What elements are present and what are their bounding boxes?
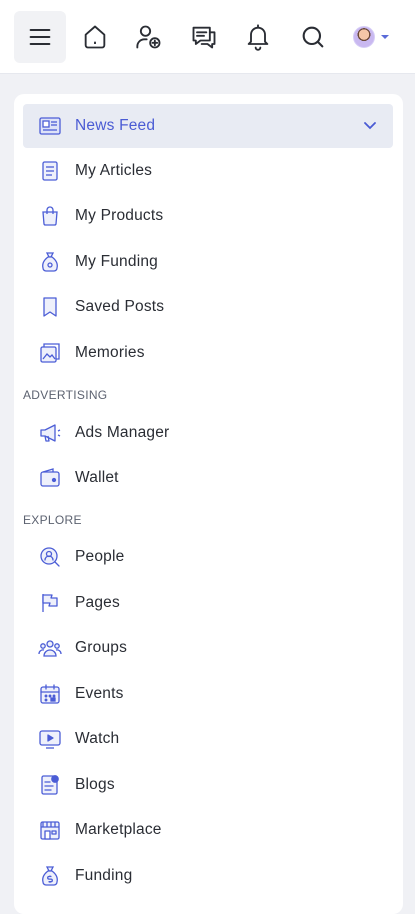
sidebar-item-label: News Feed: [75, 117, 156, 134]
search-icon: [302, 26, 324, 48]
calendar-icon: [37, 681, 63, 707]
menu-icon: [29, 28, 51, 46]
people-search-icon: [37, 544, 63, 570]
money-bag-icon: [37, 863, 63, 889]
sidebar-item-events[interactable]: Events: [23, 672, 393, 716]
sidebar-item-label: Watch: [75, 730, 120, 747]
sidebar-item-pages[interactable]: Pages: [23, 581, 393, 625]
search-button[interactable]: [287, 11, 339, 63]
messages-button[interactable]: [178, 11, 230, 63]
sidebar-item-people[interactable]: People: [23, 535, 393, 579]
sidebar-item-marketplace[interactable]: Marketplace: [23, 808, 393, 852]
sidebar-item-wallet[interactable]: Wallet: [23, 456, 393, 500]
sidebar-item-label: Groups: [75, 639, 128, 656]
sidebar-item-label: My Funding: [75, 253, 158, 270]
sidebar-item-label: Funding: [75, 867, 133, 884]
sidebar-item-my-products[interactable]: My Products: [23, 194, 393, 238]
sidebar-item-label: My Articles: [75, 162, 153, 179]
messages-icon: [192, 26, 216, 49]
sidebar-item-label: Pages: [75, 594, 120, 611]
notifications-button[interactable]: [232, 11, 284, 63]
sidebar-item-label: Saved Posts: [75, 298, 165, 315]
sidebar-item-funding[interactable]: Funding: [23, 854, 393, 898]
sidebar-item-my-funding[interactable]: My Funding: [23, 240, 393, 284]
wallet-icon: [37, 465, 63, 491]
sidebar-item-label: Ads Manager: [75, 424, 170, 441]
megaphone-icon: [37, 420, 63, 446]
profile-menu-button[interactable]: [342, 11, 400, 63]
saved-posts-icon: [37, 294, 63, 320]
chevron-down-icon: [364, 122, 376, 130]
sidebar-item-label: People: [75, 548, 125, 565]
top-navbar: [0, 0, 415, 74]
sidebar-item-label: Memories: [75, 344, 145, 361]
sidebar-item-news-feed[interactable]: News Feed: [23, 104, 393, 148]
marketplace-icon: [37, 817, 63, 843]
sidebar-item-blogs[interactable]: Blogs: [23, 763, 393, 807]
sidebar-item-label: Events: [75, 685, 124, 702]
flag-icon: [37, 590, 63, 616]
sidebar-item-label: Wallet: [75, 469, 119, 486]
blogs-icon: [37, 772, 63, 798]
menu-button[interactable]: [14, 11, 66, 63]
sidebar-item-label: Marketplace: [75, 821, 162, 838]
home-icon: [84, 25, 106, 49]
sidebar-item-my-articles[interactable]: My Articles: [23, 149, 393, 193]
sidebar-item-groups[interactable]: Groups: [23, 626, 393, 670]
news-feed-icon: [37, 113, 63, 139]
friend-requests-button[interactable]: [123, 11, 175, 63]
caret-down-icon: [381, 35, 389, 39]
groups-icon: [37, 635, 63, 661]
section-title-advertising: ADVERTISING: [23, 388, 108, 402]
add-friend-icon: [136, 25, 161, 49]
bell-icon: [247, 24, 269, 51]
sidebar-item-label: Blogs: [75, 776, 115, 793]
watch-icon: [37, 726, 63, 752]
sidebar-item-saved-posts[interactable]: Saved Posts: [23, 285, 393, 329]
sidebar-panel: News Feed My Articles My Products My Fun…: [14, 94, 403, 914]
articles-icon: [37, 158, 63, 184]
avatar: [353, 26, 375, 48]
sidebar-item-label: My Products: [75, 207, 164, 224]
sidebar-item-ads-manager[interactable]: Ads Manager: [23, 411, 393, 455]
products-icon: [37, 203, 63, 229]
memories-icon: [37, 340, 63, 366]
home-button[interactable]: [69, 11, 121, 63]
sidebar-item-memories[interactable]: Memories: [23, 331, 393, 375]
funding-icon: [37, 249, 63, 275]
section-title-explore: EXPLORE: [23, 513, 82, 527]
sidebar-item-watch[interactable]: Watch: [23, 717, 393, 761]
